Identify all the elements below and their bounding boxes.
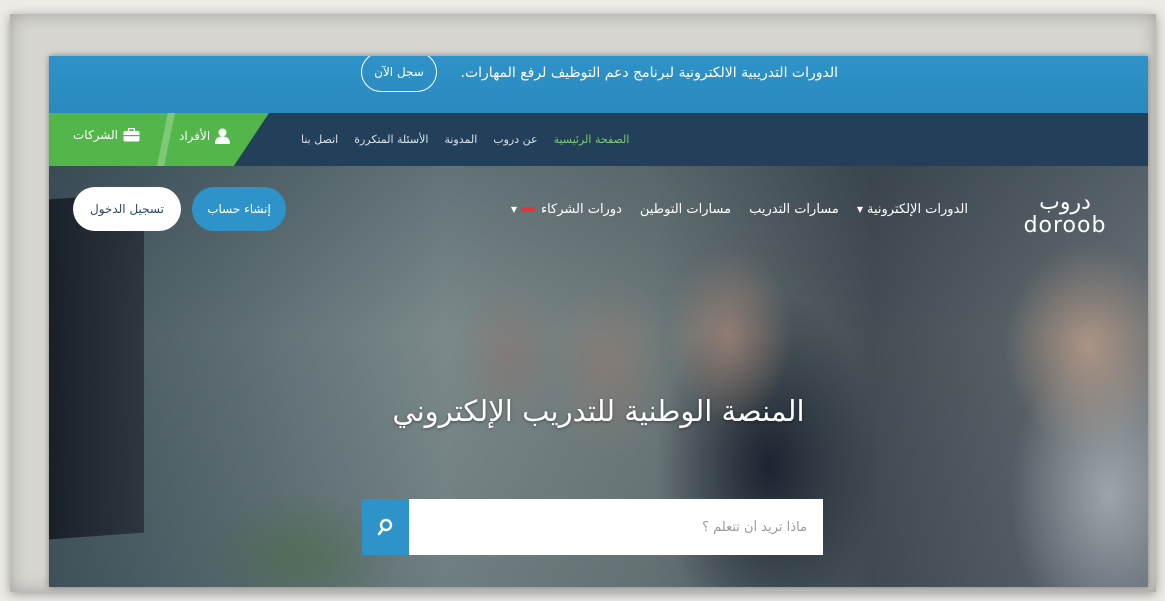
top-navbar: الشركات الأفراد الصفحة الرئيسية عن دروب …: [49, 113, 1148, 166]
faq-link[interactable]: الأسئلة المتكررة: [354, 133, 428, 146]
nav-training-paths[interactable]: مسارات التدريب: [749, 202, 839, 217]
login-button[interactable]: تسجيل الدخول: [73, 187, 181, 231]
search-button[interactable]: [362, 499, 409, 555]
announcement-bar: سجل الآن الدورات التدريبية الالكترونية ل…: [49, 56, 1148, 113]
briefcase-icon: [123, 128, 140, 142]
announcement-text: الدورات التدريبية الالكترونية لبرنامج دع…: [460, 65, 838, 81]
logo-latin: doroob: [1023, 213, 1107, 238]
screenshot-frame: سجل الآن الدورات التدريبية الالكترونية ل…: [10, 14, 1156, 592]
individuals-label: الأفراد: [179, 129, 211, 143]
chevron-down-icon: ▼: [510, 205, 517, 214]
companies-label: الشركات: [73, 128, 118, 142]
nav-e-courses[interactable]: الدورات الإلكترونية ▼: [857, 202, 968, 217]
user-icon: [215, 128, 231, 144]
search-icon: [377, 518, 392, 536]
nav-training-paths-label: مسارات التدريب: [749, 202, 839, 217]
top-links: الصفحة الرئيسية عن دروب المدونة الأسئلة …: [301, 113, 629, 166]
companies-tab[interactable]: الشركات: [73, 128, 140, 142]
nav-localization-paths-label: مسارات التوطين: [639, 202, 732, 217]
blog-link[interactable]: المدونة: [444, 133, 477, 146]
contact-link[interactable]: اتصل بنا: [301, 133, 338, 146]
nav-localization-paths[interactable]: مسارات التوطين: [640, 202, 731, 217]
home-link[interactable]: الصفحة الرئيسية: [554, 133, 630, 146]
individuals-tab[interactable]: الأفراد: [179, 128, 231, 144]
new-badge: [520, 207, 535, 212]
nav-partner-courses-label: دورات الشركاء: [540, 202, 622, 217]
hero-title: المنصة الوطنية للتدريب الإلكتروني: [392, 394, 805, 428]
doroob-logo[interactable]: دروب doroob: [1010, 191, 1120, 241]
hero-section: دروب doroob الدورات الإلكترونية ▼ مسارات…: [49, 166, 1148, 587]
signup-button[interactable]: إنشاء حساب: [192, 187, 286, 231]
main-nav: الدورات الإلكترونية ▼ مسارات التدريب مسا…: [511, 202, 968, 217]
nav-e-courses-label: الدورات الإلكترونية: [867, 202, 968, 217]
course-search: [362, 499, 823, 555]
nav-partner-courses[interactable]: دورات الشركاء ▼: [511, 202, 622, 217]
logo-arabic: دروب: [1039, 190, 1091, 215]
search-input[interactable]: [409, 499, 823, 555]
about-link[interactable]: عن دروب: [493, 133, 537, 146]
chevron-down-icon: ▼: [856, 205, 863, 214]
register-now-button[interactable]: سجل الآن: [361, 56, 437, 92]
browser-viewport: سجل الآن الدورات التدريبية الالكترونية ل…: [49, 56, 1148, 587]
